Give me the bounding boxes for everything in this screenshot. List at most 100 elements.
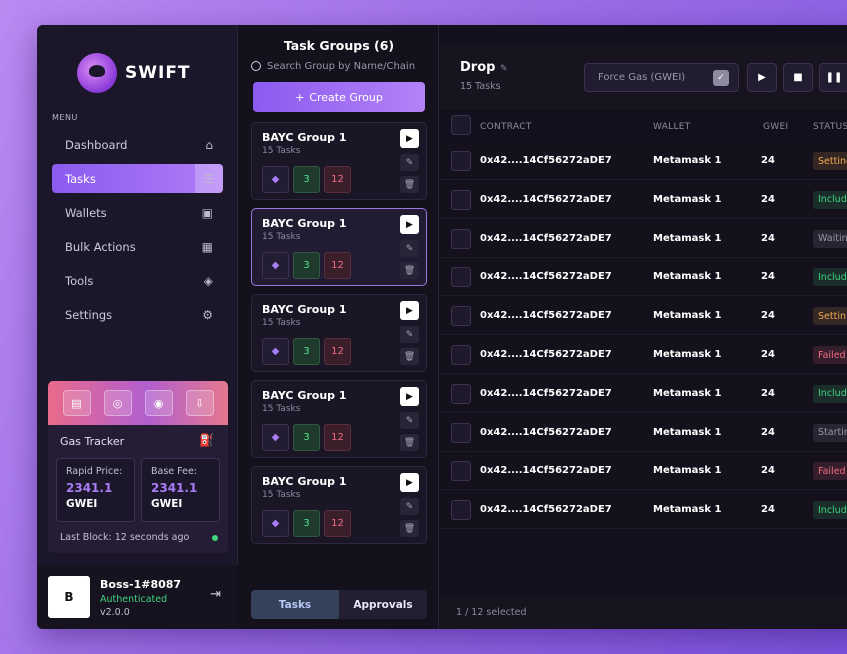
table-row[interactable]: 0x42....14Cf56272aDE7 Metamask 1 24 Includ: [440, 374, 847, 413]
column-header-wallet: WALLET: [653, 122, 691, 132]
stop-all-button[interactable]: ■: [783, 63, 813, 92]
play-group-button[interactable]: ▶: [400, 301, 419, 320]
group-card[interactable]: BAYC Group 1 15 Tasks ◆ 3 12 ▶ ✎ 🗑: [251, 208, 427, 286]
group-search[interactable]: Search Group by Name/Chain: [251, 58, 431, 74]
force-gas-field[interactable]: Force Gas (GWEI) ✓: [584, 63, 739, 92]
app-version: v2.0.0: [100, 607, 130, 618]
play-all-button[interactable]: ▶: [747, 63, 777, 92]
row-checkbox[interactable]: [451, 461, 471, 482]
group-name: BAYC Group 1: [262, 217, 347, 230]
ethereum-icon: ◆: [262, 510, 289, 537]
play-group-button[interactable]: ▶: [400, 387, 419, 406]
sidebar-item-wallets[interactable]: Wallets ▣: [52, 198, 223, 227]
edit-group-button[interactable]: ✎: [400, 154, 419, 171]
discord-icon[interactable]: ◉: [144, 390, 173, 416]
group-badges: ◆ 3 12: [262, 338, 351, 365]
row-checkbox[interactable]: [451, 422, 471, 443]
table-row[interactable]: 0x42....14Cf56272aDE7 Metamask 1 24 Includ: [440, 180, 847, 219]
edit-group-button[interactable]: ✎: [400, 240, 419, 257]
globe-icon[interactable]: ◎: [103, 390, 132, 416]
delete-group-button[interactable]: 🗑: [400, 176, 419, 193]
logout-icon[interactable]: ⇥: [210, 587, 221, 602]
edit-group-button[interactable]: ✎: [400, 412, 419, 429]
create-group-button[interactable]: + Create Group: [253, 82, 425, 112]
row-checkbox[interactable]: [451, 306, 471, 327]
failed-count-badge: 12: [324, 424, 351, 451]
groups-tabbar: Tasks Approvals: [251, 590, 427, 619]
sidebar-item-dashboard[interactable]: Dashboard ⌂: [52, 130, 223, 159]
avatar[interactable]: B: [48, 576, 90, 618]
play-group-button[interactable]: ▶: [400, 473, 419, 492]
group-card[interactable]: BAYC Group 1 15 Tasks ◆ 3 12 ▶ ✎ 🗑: [251, 380, 427, 458]
swift-logo-icon: [77, 53, 117, 93]
row-checkbox[interactable]: [451, 383, 471, 404]
column-header-status: STATUS: [813, 122, 847, 132]
play-group-button[interactable]: ▶: [400, 215, 419, 234]
pause-all-button[interactable]: ❚❚: [819, 63, 847, 92]
docs-icon[interactable]: ▤: [62, 390, 91, 416]
delete-group-button[interactable]: 🗑: [400, 434, 419, 451]
rapid-price-label: Rapid Price:: [66, 466, 123, 477]
task-groups-panel: Task Groups (6) Search Group by Name/Cha…: [239, 25, 439, 629]
sidebar-item-label: Tasks: [65, 171, 96, 186]
tab-approvals[interactable]: Approvals: [339, 590, 427, 619]
table-row[interactable]: 0x42....14Cf56272aDE7 Metamask 1 24 Failed: [440, 452, 847, 491]
status-badge: Includ: [813, 190, 847, 209]
delete-group-button[interactable]: 🗑: [400, 262, 419, 279]
table-row[interactable]: 0x42....14Cf56272aDE7 Metamask 1 24 Startir: [440, 413, 847, 452]
row-checkbox[interactable]: [451, 151, 471, 171]
delete-group-button[interactable]: 🗑: [400, 348, 419, 365]
gwei-cell: 24: [761, 193, 775, 205]
row-checkbox[interactable]: [451, 267, 471, 288]
failed-count-badge: 12: [324, 338, 351, 365]
row-checkbox[interactable]: [451, 345, 471, 365]
tab-tasks[interactable]: Tasks: [251, 590, 339, 619]
base-fee-unit: GWEI: [151, 498, 183, 510]
sidebar: SWIFT MENU Dashboard ⌂ Tasks ☰ Wallets ▣ Bulk …: [37, 25, 238, 629]
play-group-button[interactable]: ▶: [400, 129, 419, 148]
table-header: CONTRACT WALLET GWEI STATUS: [440, 115, 847, 139]
table-row[interactable]: 0x42....14Cf56272aDE7 Metamask 1 24 Setting: [440, 142, 847, 180]
auth-status: Authenticated: [100, 594, 168, 605]
table-row[interactable]: 0x42....14Cf56272aDE7 Metamask 1 24 Settin: [440, 297, 847, 336]
group-card[interactable]: BAYC Group 1 15 Tasks ◆ 3 12 ▶ ✎ 🗑: [251, 294, 427, 372]
table-row[interactable]: 0x42....14Cf56272aDE7 Metamask 1 24 Includ: [440, 258, 847, 297]
gear-icon: ⚙: [202, 307, 213, 322]
wallet-icon: ▣: [201, 205, 213, 220]
success-count-badge: 3: [293, 166, 320, 193]
download-icon[interactable]: ⇩: [185, 390, 214, 416]
table-row[interactable]: 0x42....14Cf56272aDE7 Metamask 1 24 Waitin: [440, 219, 847, 258]
status-badge: Waitin: [813, 229, 847, 248]
status-badge: Includ: [813, 384, 847, 403]
edit-title-icon[interactable]: ✎: [500, 64, 508, 74]
sidebar-item-tools[interactable]: Tools ◈: [52, 266, 223, 295]
search-input[interactable]: Search Group by Name/Chain: [267, 61, 415, 72]
row-checkbox[interactable]: [451, 500, 471, 521]
gwei-cell: 24: [761, 465, 775, 477]
status-dot: [212, 535, 218, 541]
wallet-cell: Metamask 1: [653, 310, 722, 322]
edit-group-button[interactable]: ✎: [400, 326, 419, 343]
sidebar-item-bulk-actions[interactable]: Bulk Actions ▦: [52, 232, 223, 261]
force-gas-label: Force Gas (GWEI): [598, 72, 686, 83]
sidebar-item-tasks[interactable]: Tasks ☰: [52, 164, 223, 193]
force-gas-checkbox[interactable]: ✓: [713, 70, 729, 86]
group-card[interactable]: BAYC Group 1 15 Tasks ◆ 3 12 ▶ ✎ 🗑: [251, 466, 427, 544]
ethereum-icon: ◆: [262, 252, 289, 279]
home-icon: ⌂: [205, 137, 213, 152]
row-checkbox[interactable]: [451, 189, 471, 210]
table-row[interactable]: 0x42....14Cf56272aDE7 Metamask 1 24 Failed: [440, 336, 847, 374]
delete-group-button[interactable]: 🗑: [400, 520, 419, 537]
main-panel: Drop ✎ 15 Tasks Force Gas (GWEI) ✓ ▶ ■ ❚…: [440, 25, 847, 629]
group-card[interactable]: BAYC Group 1 15 Tasks ◆ 3 12 ▶ ✎ 🗑: [251, 122, 427, 200]
row-checkbox[interactable]: [451, 228, 471, 249]
wallet-cell: Metamask 1: [653, 232, 722, 244]
select-all-checkbox[interactable]: [451, 115, 471, 135]
gwei-cell: 24: [761, 387, 775, 399]
page-title-text: Drop: [460, 60, 496, 75]
sidebar-item-settings[interactable]: Settings ⚙: [52, 300, 223, 329]
rapid-price-card: Rapid Price: 2341.1 GWEI: [56, 458, 135, 522]
edit-group-button[interactable]: ✎: [400, 498, 419, 515]
table-row[interactable]: 0x42....14Cf56272aDE7 Metamask 1 24 Includ: [440, 491, 847, 530]
menu-label: MENU: [52, 113, 78, 122]
